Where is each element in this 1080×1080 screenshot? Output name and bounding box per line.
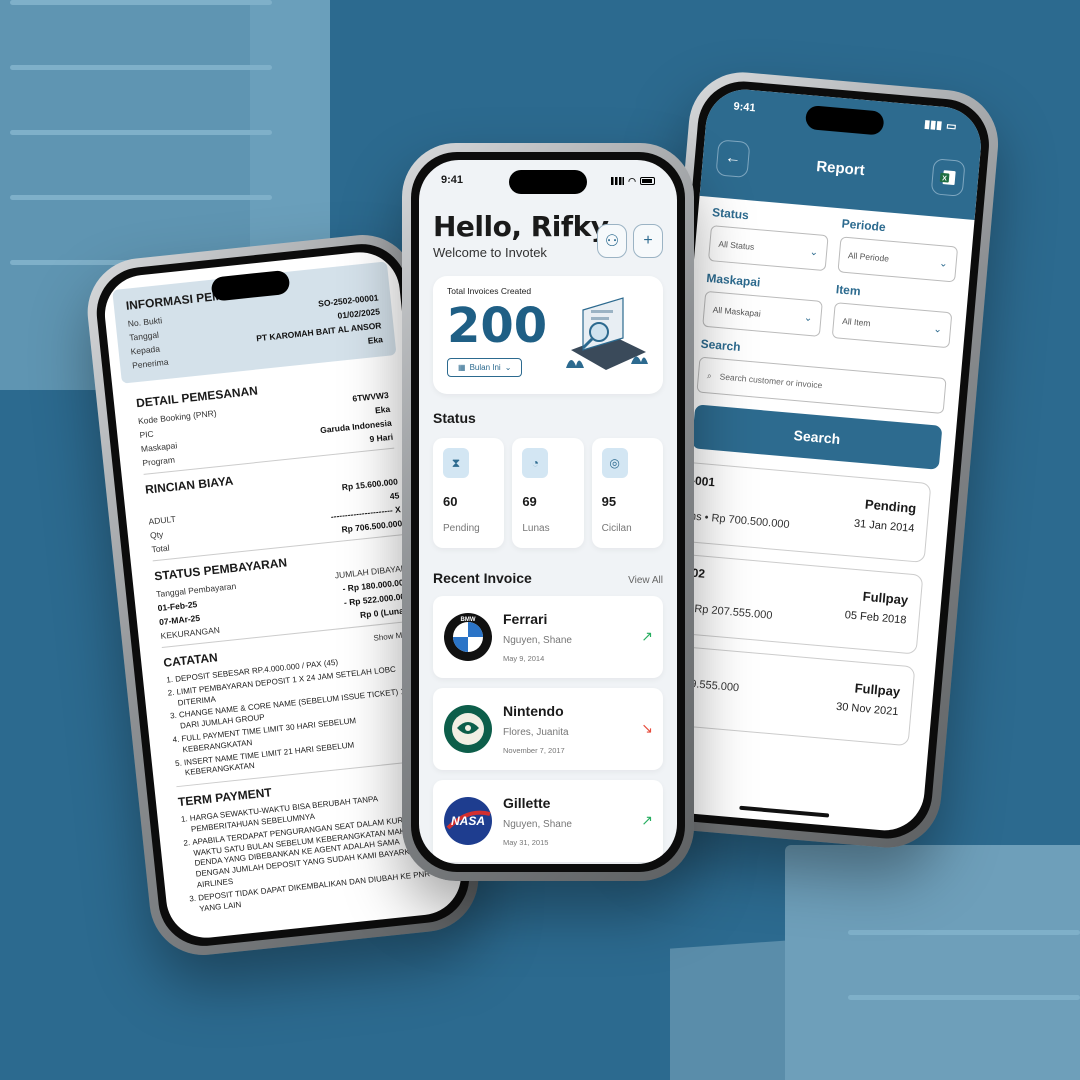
signal-icon xyxy=(611,177,625,185)
filter-status: Status All Status ⌄ xyxy=(707,205,830,272)
excel-icon: X xyxy=(939,170,956,186)
status-time: 9:41 xyxy=(441,174,464,186)
invoice-info: Ferrari Nguyen, Shane May 9, 2014 xyxy=(503,611,572,663)
status-card-cicilan[interactable]: ◎ 95 Cicilan xyxy=(591,438,663,548)
profile-button[interactable]: ⚇ xyxy=(597,224,627,258)
maskapai-select[interactable]: All Maskapai ⌄ xyxy=(702,290,823,337)
filter-item: Item All Item ⌄ xyxy=(831,282,954,349)
invoice-person: Nguyen, Shane xyxy=(503,819,572,830)
back-button[interactable]: ← xyxy=(715,139,751,179)
invoice-card[interactable]: Nintendo Flores, Juanita November 7, 201… xyxy=(433,688,663,770)
dashboard-screen: 9:41 ◠ ⚇ + Hello, Rifky Welcome to Invot… xyxy=(419,160,677,864)
svg-text:NASA: NASA xyxy=(451,814,485,828)
list-item[interactable]: INV-001 ...ax ...tems • Rp 700.500.000 P… xyxy=(653,459,932,563)
phone-dashboard: 9:41 ◠ ⚇ + Hello, Rifky Welcome to Invot… xyxy=(402,143,694,881)
calendar-icon: ▦ xyxy=(458,363,466,372)
page-title: Report xyxy=(815,157,866,179)
filter-maskapai: Maskapai All Maskapai ⌄ xyxy=(702,271,824,337)
hourglass-clock-icon: ⧗ xyxy=(443,448,469,478)
chevron-down-icon: ⌄ xyxy=(504,363,512,372)
chevron-down-icon: ⌄ xyxy=(803,312,813,324)
arrow-left-icon: ← xyxy=(724,149,742,168)
invoice-person: Nguyen, Shane xyxy=(503,635,572,646)
svg-text:BMW: BMW xyxy=(461,617,476,623)
user-icon: ⚇ xyxy=(604,233,620,250)
invoice-card[interactable]: NASA Gillette Nguyen, Shane May 31, 2015… xyxy=(433,780,663,862)
header-actions: ⚇ + xyxy=(597,224,663,258)
dashboard-content: ⚇ + Hello, Rifky Welcome to Invotek Tota… xyxy=(419,210,677,862)
status-bar: 9:41 ◠ xyxy=(419,174,677,188)
plus-icon: + xyxy=(643,232,653,249)
status-icons: ▮▮▮ ▭ xyxy=(924,117,958,133)
search-button[interactable]: Search xyxy=(691,404,943,470)
status-time: 9:41 xyxy=(732,100,756,115)
signal-icon: ▮▮▮ xyxy=(923,118,943,132)
battery-icon xyxy=(640,177,655,185)
chevron-down-icon: ⌄ xyxy=(809,246,819,258)
recent-invoice-title: Recent Invoice xyxy=(433,570,532,586)
invoice-card[interactable]: BMW Ferrari Nguyen, Shane May 9, 2014 ↗ xyxy=(433,596,663,678)
invoice-date: November 7, 2017 xyxy=(503,746,565,755)
invoice-date: May 9, 2014 xyxy=(503,654,545,663)
catatan-list: DEPOSIT SEBESAR RP.4.000.000 / PAX (45) … xyxy=(165,649,427,780)
trend-up-icon: ↗ xyxy=(641,812,653,828)
nasa-logo: NASA xyxy=(444,797,492,845)
trend-down-icon: ↘ xyxy=(641,720,653,736)
status-icons: ◠ xyxy=(611,174,655,188)
periode-select[interactable]: All Periode ⌄ xyxy=(837,236,959,283)
report-filter-form: Status All Status ⌄ Periode All Periode ⌄ … xyxy=(645,204,973,760)
battery-icon: ▭ xyxy=(945,120,958,134)
invoice-date: May 31, 2015 xyxy=(503,838,549,847)
period-select[interactable]: ▦ Bulan Ini ⌄ xyxy=(447,358,523,377)
svg-text:X: X xyxy=(942,175,948,182)
home-indicator xyxy=(739,805,830,818)
invoice-name: Gillette xyxy=(503,795,551,811)
status-label: Pending xyxy=(443,523,480,534)
background-lines-bottom xyxy=(848,930,1080,1050)
report-screen: 9:41 ▮▮▮ ▭ ← Report X Status All Status ⌄… xyxy=(645,86,985,834)
search-placeholder: Search customer or invoice xyxy=(719,371,823,391)
bmw-logo: BMW xyxy=(444,613,492,661)
item-select[interactable]: All Item ⌄ xyxy=(831,302,953,349)
starbucks-logo xyxy=(444,705,492,753)
invoice-name: Ferrari xyxy=(503,611,548,627)
coins-icon: ◎ xyxy=(601,448,628,478)
status-card-lunas[interactable]: ◔ 69 Lunas xyxy=(512,438,584,548)
invoice-name: Nintendo xyxy=(503,703,564,719)
status-value: 69 xyxy=(522,494,537,509)
status-card-pending[interactable]: ⧗ 60 Pending xyxy=(433,438,505,548)
status-value: 60 xyxy=(443,494,458,509)
status-value: 95 xyxy=(601,494,617,509)
recent-invoice-header: Recent Invoice View All xyxy=(433,570,663,586)
report-results: INV-001 ...ax ...tems • Rp 700.500.000 P… xyxy=(645,459,937,747)
add-button[interactable]: + xyxy=(633,224,663,258)
export-excel-button[interactable]: X xyxy=(930,158,966,197)
filter-grid: Status All Status ⌄ Periode All Periode ⌄ … xyxy=(702,205,960,349)
filter-periode: Periode All Periode ⌄ xyxy=(837,216,959,283)
view-all-link[interactable]: View All xyxy=(628,575,663,586)
status-cards: ⧗ 60 Pending ◔ 69 Lunas ◎ 95 Cicilan xyxy=(433,438,663,548)
total-invoices-card: Total Invoices Created 200 ▦ Bulan Ini ⌄ xyxy=(433,276,663,394)
search-icon: ⌕ xyxy=(706,369,713,381)
trend-up-icon: ↗ xyxy=(641,628,653,644)
chevron-down-icon: ⌄ xyxy=(933,323,943,336)
gauge-icon: ◔ xyxy=(522,448,549,478)
status-select[interactable]: All Status ⌄ xyxy=(707,225,829,272)
chevron-down-icon: ⌄ xyxy=(938,257,949,270)
status-label: Cicilan xyxy=(601,523,632,534)
status-label: Lunas xyxy=(522,523,550,534)
invoice-info: Gillette Nguyen, Shane May 31, 2015 xyxy=(503,795,572,847)
status-section-title: Status xyxy=(433,410,476,426)
invoice-search-illustration xyxy=(566,297,648,370)
invoice-person: Flores, Juanita xyxy=(503,727,569,738)
wifi-icon: ◠ xyxy=(628,175,636,186)
invoice-info: Nintendo Flores, Juanita November 7, 201… xyxy=(503,703,569,755)
